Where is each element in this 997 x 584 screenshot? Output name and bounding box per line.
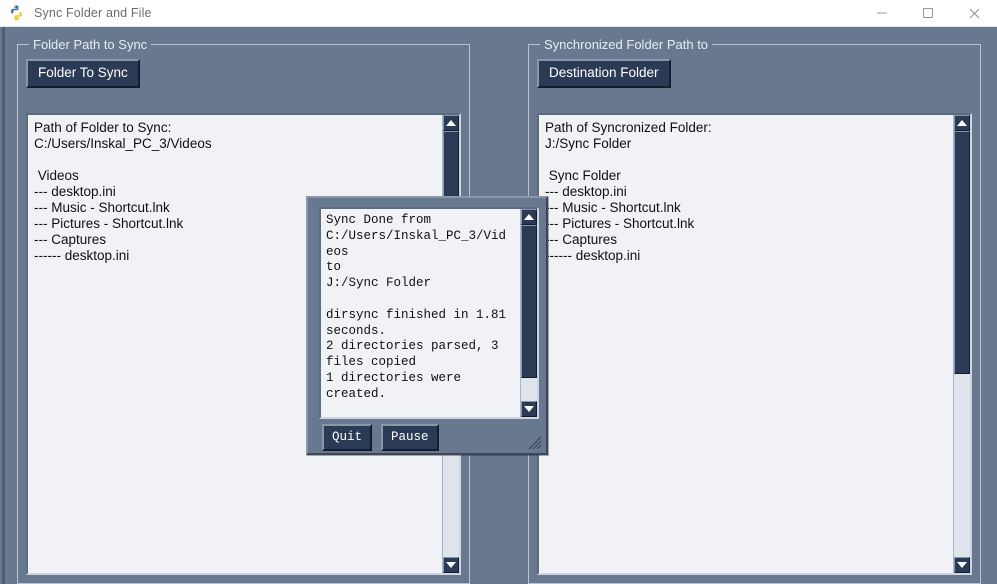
pause-button[interactable]: Pause (381, 424, 439, 451)
left-edge-divider (2, 27, 5, 584)
list-item: Path of Folder to Sync: (34, 120, 172, 135)
list-item: --- desktop.ini (545, 184, 627, 199)
destination-listing-scrollbar[interactable] (953, 115, 970, 573)
list-item: --- Captures (545, 232, 618, 247)
dialog-button-row: Quit Pause (322, 424, 439, 451)
dialog-scroll-thumb[interactable] (521, 225, 537, 379)
synchronized-folder-path-group: Synchronized Folder Path to Destination … (528, 37, 981, 584)
list-item (545, 152, 953, 168)
client-area: Folder Path to Sync Folder To Sync Path … (0, 27, 997, 584)
scroll-up-icon[interactable] (954, 115, 970, 131)
dialog-scroll-track[interactable] (521, 225, 537, 401)
sync-result-message-text: Sync Done from C:/Users/Inskal_PC_3/Vid … (326, 213, 507, 401)
scroll-down-icon[interactable] (443, 557, 459, 573)
scroll-down-icon[interactable] (954, 557, 970, 573)
folder-to-sync-button[interactable]: Folder To Sync (26, 59, 140, 88)
list-item: Path of Syncronized Folder: (545, 120, 712, 135)
title-bar: Sync Folder and File (0, 0, 997, 27)
list-item: --- Pictures - Shortcut.lnk (545, 216, 695, 231)
python-logo-icon (8, 4, 26, 22)
scroll-up-icon[interactable] (443, 115, 459, 131)
list-item (34, 152, 442, 168)
destination-folder-listing-text: Path of Syncronized Folder: J:/Sync Folde… (539, 115, 953, 573)
close-icon[interactable] (951, 0, 997, 27)
resize-grip-icon[interactable] (525, 433, 543, 451)
list-item: C:/Users/Inskal_PC_3/Videos (34, 136, 212, 151)
quit-button[interactable]: Quit (322, 424, 373, 451)
list-item: ------ desktop.ini (545, 248, 641, 263)
sync-result-message-area[interactable]: Sync Done from C:/Users/Inskal_PC_3/Vid … (319, 207, 539, 419)
sync-result-dialog[interactable]: Sync Done from C:/Users/Inskal_PC_3/Vid … (306, 196, 548, 455)
list-item: Videos (34, 168, 79, 183)
maximize-icon[interactable] (905, 0, 951, 27)
destination-folder-button[interactable]: Destination Folder (537, 59, 671, 88)
application-window: Sync Folder and File Folder Path to Sync… (0, 0, 997, 584)
minimize-icon[interactable] (859, 0, 905, 27)
destination-scroll-track[interactable] (954, 131, 970, 557)
folder-path-to-sync-group-title: Folder Path to Sync (29, 37, 152, 52)
window-controls (859, 0, 997, 27)
list-item: --- Music - Shortcut.lnk (545, 200, 681, 215)
destination-folder-listing-area[interactable]: Path of Syncronized Folder: J:/Sync Folde… (537, 113, 972, 575)
list-item: Sync Folder (545, 168, 621, 183)
dialog-scrollbar[interactable] (520, 209, 537, 417)
list-item: J:/Sync Folder (545, 136, 632, 151)
scroll-down-icon[interactable] (521, 401, 537, 417)
window-title: Sync Folder and File (34, 6, 152, 20)
destination-scroll-thumb[interactable] (954, 131, 970, 374)
synchronized-folder-path-group-title: Synchronized Folder Path to (540, 37, 713, 52)
scroll-up-icon[interactable] (521, 209, 537, 225)
